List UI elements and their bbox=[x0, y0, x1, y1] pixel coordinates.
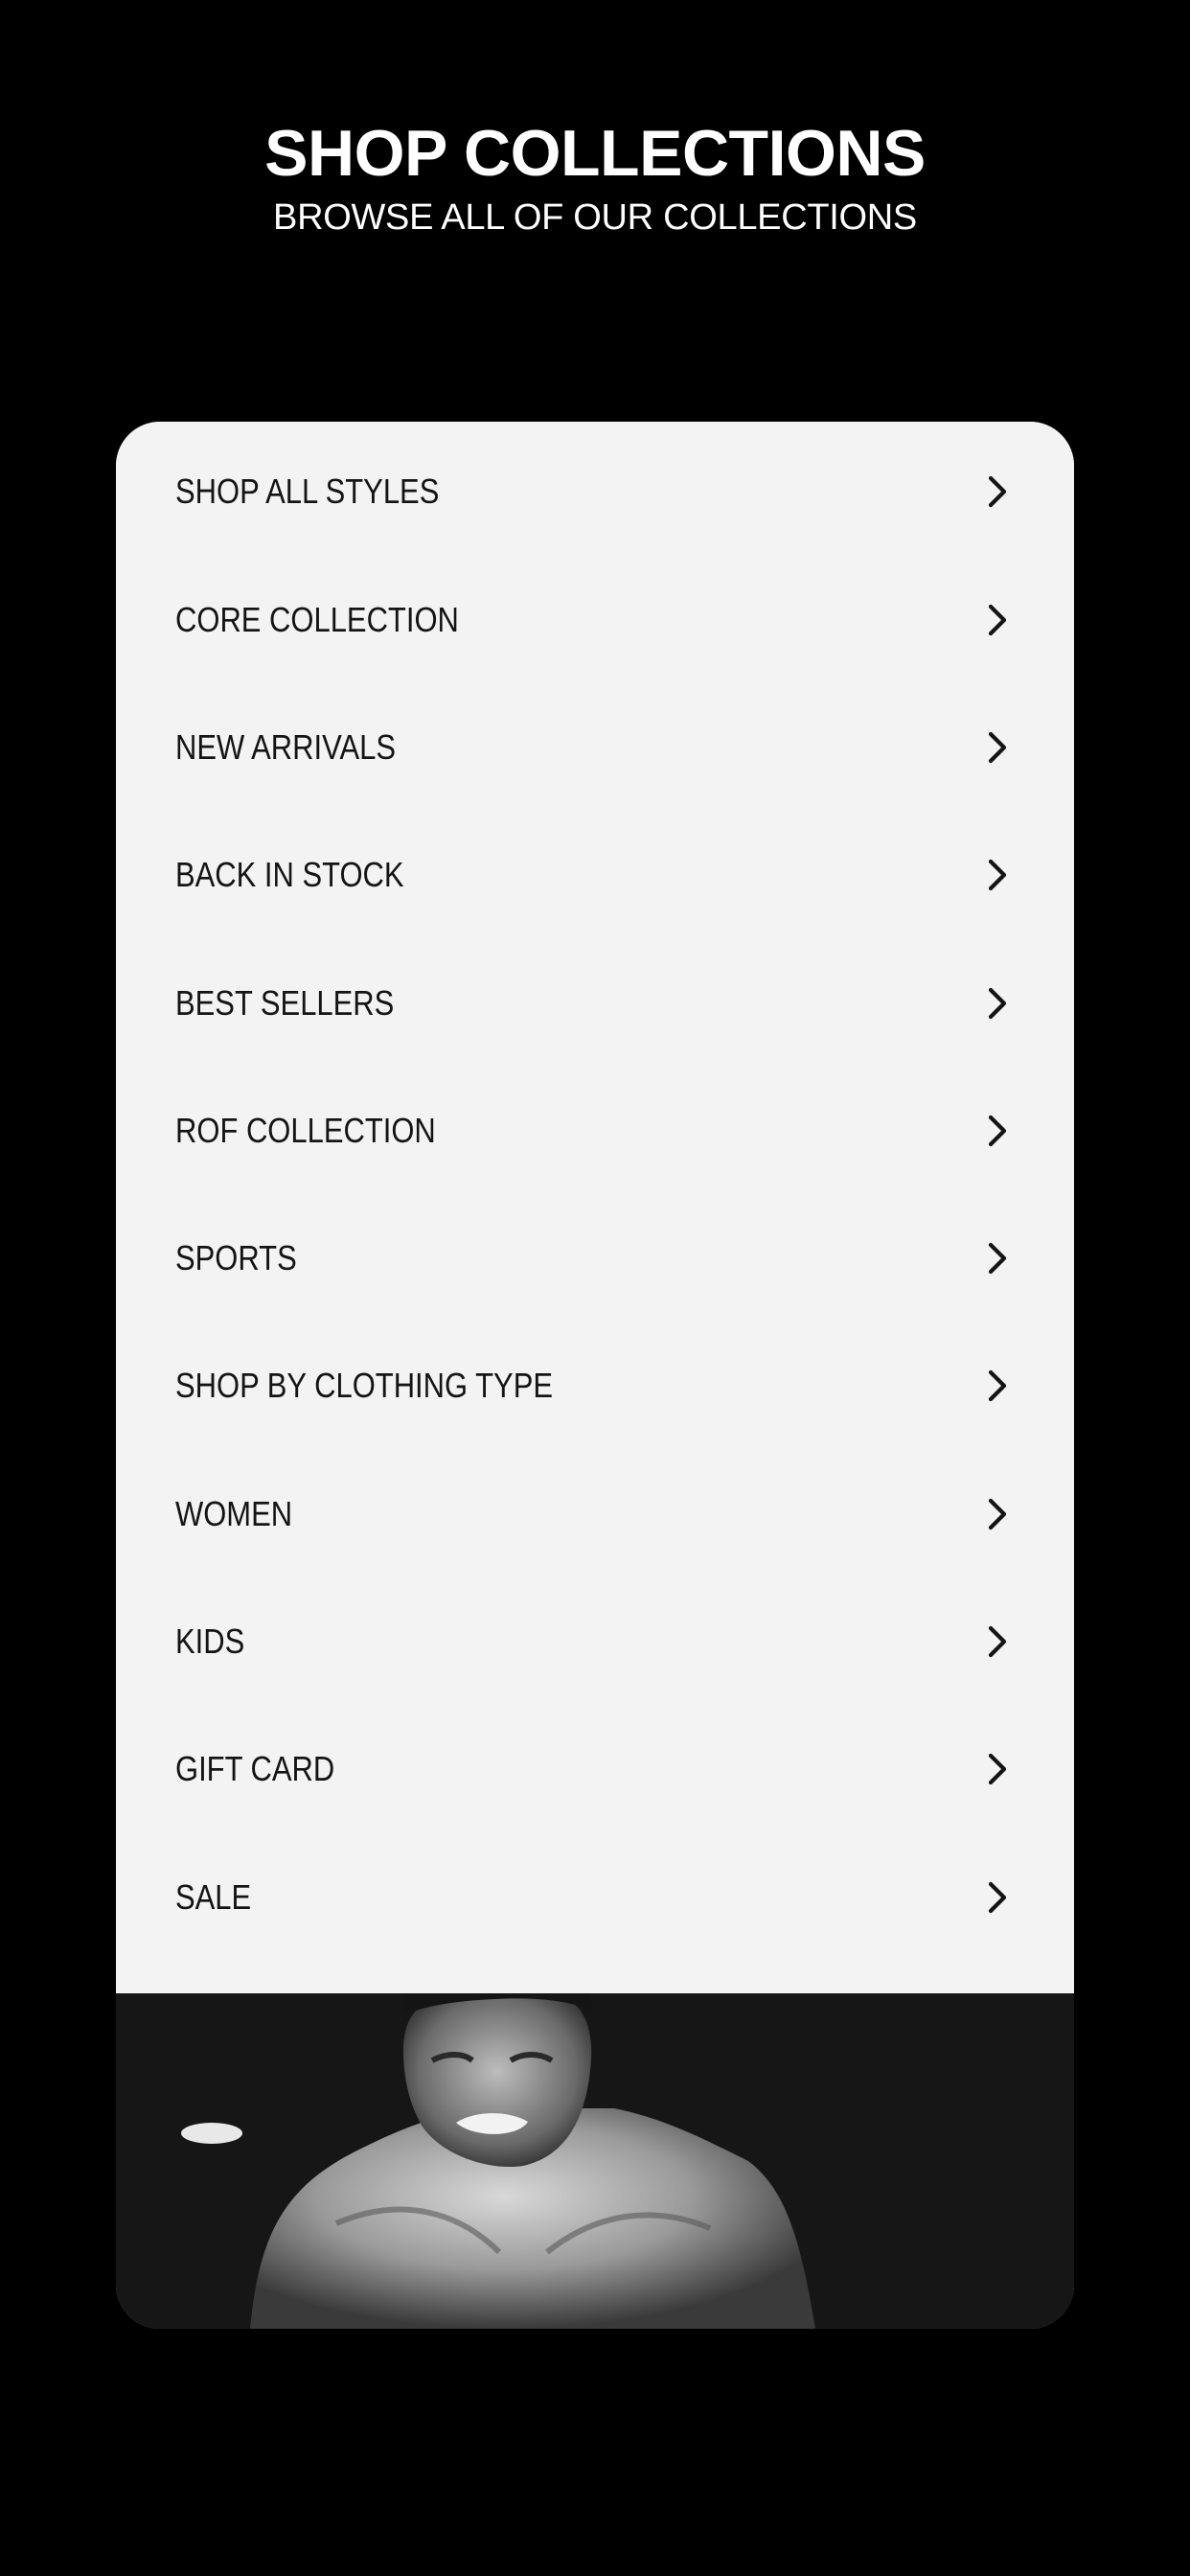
menu-item-label: BEST SELLERS bbox=[175, 982, 395, 1023]
page-title: SHOP COLLECTIONS bbox=[264, 117, 926, 190]
menu-item-label: CORE COLLECTION bbox=[175, 599, 459, 639]
collections-card: SHOP ALL STYLES CORE COLLECTION NEW ARRI… bbox=[116, 422, 1074, 2329]
chevron-right-icon bbox=[988, 1115, 1007, 1146]
chevron-right-icon bbox=[988, 1243, 1007, 1275]
menu-item-label: WOMEN bbox=[175, 1493, 293, 1533]
menu-item-shop-by-clothing-type[interactable]: SHOP BY CLOTHING TYPE bbox=[116, 1322, 1074, 1450]
menu-item-label: SHOP BY CLOTHING TYPE bbox=[175, 1366, 554, 1406]
chevron-right-icon bbox=[988, 1754, 1007, 1785]
collections-menu: SHOP ALL STYLES CORE COLLECTION NEW ARRI… bbox=[116, 422, 1074, 1993]
chevron-right-icon bbox=[988, 1498, 1007, 1530]
menu-item-label: KIDS bbox=[175, 1622, 245, 1662]
page-subtitle: BROWSE ALL OF OUR COLLECTIONS bbox=[273, 197, 917, 238]
menu-item-back-in-stock[interactable]: BACK IN STOCK bbox=[116, 812, 1074, 939]
chevron-right-icon bbox=[988, 860, 1007, 891]
chevron-right-icon bbox=[988, 1881, 1007, 1913]
menu-item-label: GIFT CARD bbox=[175, 1749, 335, 1789]
menu-item-label: SHOP ALL STYLES bbox=[175, 472, 440, 511]
chevron-right-icon bbox=[988, 475, 1007, 508]
boxer-photo bbox=[116, 1993, 1074, 2329]
menu-item-label: SALE bbox=[175, 1876, 252, 1917]
chevron-right-icon bbox=[988, 604, 1007, 635]
chevron-right-icon bbox=[988, 987, 1007, 1019]
chevron-right-icon bbox=[988, 731, 1007, 764]
boxer-illustration bbox=[116, 1993, 1074, 2329]
menu-item-sale[interactable]: SALE bbox=[116, 1833, 1074, 1961]
chevron-right-icon bbox=[988, 1370, 1007, 1402]
menu-item-core-collection[interactable]: CORE COLLECTION bbox=[116, 556, 1074, 683]
menu-item-shop-all-styles[interactable]: SHOP ALL STYLES bbox=[116, 422, 1074, 556]
menu-item-label: BACK IN STOCK bbox=[175, 855, 404, 895]
chevron-right-icon bbox=[988, 1625, 1007, 1658]
menu-item-label: SPORTS bbox=[175, 1238, 297, 1278]
menu-item-women[interactable]: WOMEN bbox=[116, 1450, 1074, 1577]
menu-item-sports[interactable]: SPORTS bbox=[116, 1194, 1074, 1322]
menu-item-best-sellers[interactable]: BEST SELLERS bbox=[116, 939, 1074, 1067]
menu-item-kids[interactable]: KIDS bbox=[116, 1577, 1074, 1705]
menu-item-new-arrivals[interactable]: NEW ARRIVALS bbox=[116, 683, 1074, 811]
menu-item-rof-collection[interactable]: ROF COLLECTION bbox=[116, 1067, 1074, 1194]
menu-item-label: ROF COLLECTION bbox=[175, 1110, 436, 1150]
menu-item-label: NEW ARRIVALS bbox=[175, 726, 396, 767]
page-header: SHOP COLLECTIONS BROWSE ALL OF OUR COLLE… bbox=[0, 113, 1190, 240]
menu-item-gift-card[interactable]: GIFT CARD bbox=[116, 1706, 1074, 1833]
